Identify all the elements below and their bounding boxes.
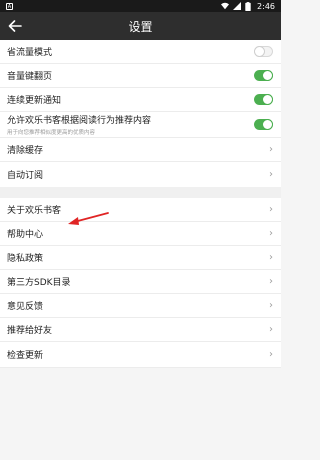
chevron-right-icon: › — [269, 349, 273, 360]
setting-third-party-sdk[interactable]: 第三方SDK目录 › — [0, 270, 281, 294]
page-title: 设置 — [128, 19, 153, 34]
chevron-right-icon: › — [269, 169, 273, 180]
volume-key-toggle[interactable] — [254, 70, 273, 81]
arrow-left-icon — [8, 17, 22, 36]
battery-icon — [245, 2, 253, 11]
setting-recommendation[interactable]: 允许欢乐书客根据阅读行为推荐内容 用于向您推荐相似度更高的优质内容 — [0, 112, 281, 138]
setting-label: 连续更新通知 — [7, 96, 62, 106]
status-bar: A 2:46 — [0, 0, 281, 12]
setting-data-saver[interactable]: 省流量模式 — [0, 40, 281, 64]
setting-privacy-policy[interactable]: 隐私政策 › — [0, 246, 281, 270]
chevron-right-icon: › — [269, 144, 273, 155]
app-bar: 设置 — [0, 12, 281, 40]
update-notification-toggle[interactable] — [254, 94, 273, 105]
setting-label: 意见反馈 — [7, 302, 44, 312]
setting-label: 检查更新 — [7, 351, 44, 361]
setting-description: 用于向您推荐相似度更高的优质内容 — [7, 130, 96, 136]
setting-label: 第三方SDK目录 — [7, 278, 71, 288]
setting-label: 省流量模式 — [7, 48, 53, 58]
setting-label: 清除缓存 — [7, 146, 44, 156]
settings-group-2: 关于欢乐书客 › 帮助中心 › 隐私政策 › 第三方SDK目录 › 意见反馈 ›… — [0, 198, 281, 368]
wifi-icon — [221, 2, 230, 10]
chevron-right-icon: › — [269, 228, 273, 239]
setting-label: 推荐给好友 — [7, 326, 53, 336]
setting-label: 帮助中心 — [7, 230, 44, 240]
setting-volume-key-page[interactable]: 音量键翻页 — [0, 64, 281, 88]
setting-update-notification[interactable]: 连续更新通知 — [0, 88, 281, 112]
setting-recommend-friends[interactable]: 推荐给好友 › — [0, 318, 281, 342]
setting-feedback[interactable]: 意见反馈 › — [0, 294, 281, 318]
chevron-right-icon: › — [269, 204, 273, 215]
setting-label: 关于欢乐书客 — [7, 206, 62, 216]
status-time: 2:46 — [257, 1, 275, 11]
setting-help-center[interactable]: 帮助中心 › — [0, 222, 281, 246]
setting-label: 音量键翻页 — [7, 72, 53, 82]
chevron-right-icon: › — [269, 276, 273, 287]
setting-label: 自动订阅 — [7, 171, 44, 181]
data-saver-toggle[interactable] — [254, 46, 273, 57]
setting-label: 隐私政策 — [7, 254, 44, 264]
setting-label: 允许欢乐书客根据阅读行为推荐内容 — [7, 116, 152, 126]
back-button[interactable] — [0, 12, 30, 40]
recommendation-toggle[interactable] — [254, 119, 273, 130]
setting-auto-subscribe[interactable]: 自动订阅 › — [0, 162, 281, 187]
signal-icon — [233, 2, 242, 10]
app-notification-icon: A — [6, 2, 13, 10]
chevron-right-icon: › — [269, 252, 273, 263]
setting-about[interactable]: 关于欢乐书客 › — [0, 198, 281, 222]
settings-group-1: 省流量模式 音量键翻页 连续更新通知 允许欢乐书客根据阅读行为推荐内容 用于向您… — [0, 40, 281, 187]
chevron-right-icon: › — [269, 300, 273, 311]
setting-clear-cache[interactable]: 清除缓存 › — [0, 138, 281, 162]
chevron-right-icon: › — [269, 324, 273, 335]
setting-check-update[interactable]: 检查更新 › — [0, 342, 281, 368]
section-divider — [0, 187, 281, 198]
red-arrow-annotation — [66, 211, 110, 231]
